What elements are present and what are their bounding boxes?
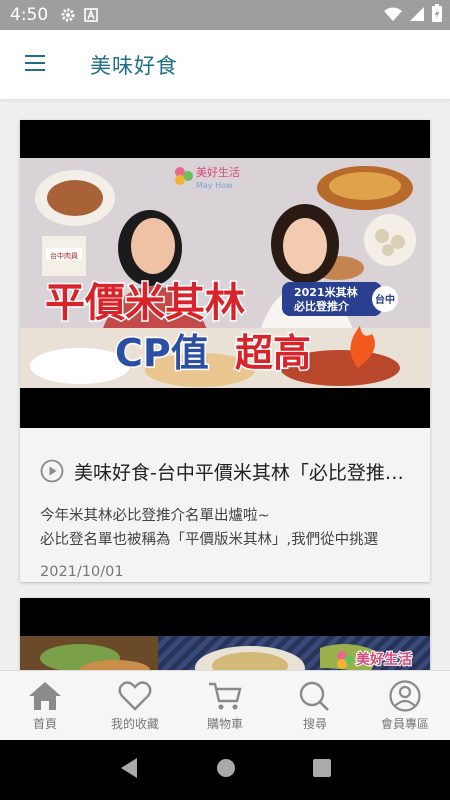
- nav-label: 搜尋: [302, 717, 327, 731]
- nav-item-search[interactable]: 搜尋: [270, 671, 360, 740]
- nav-item-home[interactable]: 首頁: [0, 671, 90, 740]
- thumbnail-headline-1: 平價米其林: [45, 280, 245, 326]
- nav-item-cart[interactable]: 購物車: [180, 671, 270, 740]
- app-bar: 美味好食: [0, 30, 450, 100]
- nav-label: 我的收藏: [110, 717, 159, 731]
- thumbnail-badge-city: 台中: [375, 293, 395, 306]
- thumbnail-badge-2: 必比登推介: [293, 299, 350, 313]
- brand-logo-subtext: May How: [196, 181, 233, 190]
- svg-text:台中肉員: 台中肉員: [50, 251, 78, 260]
- video-thumbnail[interactable]: 台中肉員 美好生活 May How 平價米其林 CP值 超高 2021米其林 必…: [20, 120, 430, 428]
- thumbnail-image: 美好生活: [20, 598, 430, 670]
- status-bar: 4:50: [0, 0, 450, 30]
- system-navigation-bar: [0, 740, 450, 800]
- home-circle-icon[interactable]: [216, 758, 236, 782]
- bottom-navigation: 首頁 我的收藏 購物車 搜尋 會員專區: [0, 670, 450, 740]
- thumbnail-headline-2a: CP值: [115, 331, 209, 375]
- card-title: 美味好食-台中平價米其林「必比登推介」: [74, 461, 410, 484]
- status-icons: [384, 0, 442, 30]
- brand-logo-text: 美好生活: [356, 651, 412, 668]
- nav-label: 首頁: [32, 717, 57, 731]
- card-date: 2021/10/01: [40, 564, 124, 580]
- cell-signal-icon: [410, 6, 424, 25]
- thumbnail-badge-1: 2021米其林: [294, 285, 358, 299]
- thumbnail-headline-2b: 超高: [235, 331, 311, 375]
- app-notification-icon: [84, 8, 98, 22]
- wifi-icon: [384, 6, 402, 25]
- user-icon: [388, 679, 422, 713]
- home-icon: [28, 679, 62, 713]
- hamburger-menu-icon: [25, 54, 45, 75]
- nav-item-favorites[interactable]: 我的收藏: [90, 671, 180, 740]
- card-description-line: 今年米其林必比登推介名單出爐啦~: [40, 508, 270, 524]
- article-list[interactable]: 台中肉員 美好生活 May How 平價米其林 CP值 超高 2021米其林 必…: [0, 100, 450, 670]
- brand-logo-text: 美好生活: [196, 165, 240, 179]
- card-title-row[interactable]: 美味好食-台中平價米其林「必比登推介」: [20, 428, 430, 494]
- thumbnail-image: 台中肉員 美好生活 May How 平價米其林 CP值 超高 2021米其林 必…: [20, 158, 430, 388]
- status-time: 4:50: [10, 5, 49, 25]
- play-circle-icon: [40, 459, 64, 483]
- search-icon: [298, 679, 332, 713]
- recents-square-icon[interactable]: [313, 759, 332, 781]
- page-title: 美味好食: [90, 53, 178, 78]
- article-card[interactable]: 台中肉員 美好生活 May How 平價米其林 CP值 超高 2021米其林 必…: [20, 120, 430, 582]
- settings-gear-icon: [60, 7, 76, 23]
- nav-label: 購物車: [206, 717, 243, 731]
- menu-button[interactable]: [0, 30, 70, 100]
- card-description: 今年米其林必比登推介名單出爐啦~ 必比登名單也被稱為「平價版米其林」,我們從中挑…: [20, 494, 430, 552]
- cart-icon: [208, 679, 242, 713]
- battery-charging-icon: [432, 4, 442, 26]
- nav-label: 會員專區: [380, 717, 429, 731]
- back-triangle-icon[interactable]: [119, 757, 139, 783]
- nav-item-member[interactable]: 會員專區: [360, 671, 450, 740]
- article-card[interactable]: 美好生活: [20, 598, 430, 670]
- video-thumbnail[interactable]: 美好生活: [20, 598, 430, 670]
- card-description-line: 必比登名單也被稱為「平價版米其林」,我們從中挑選: [40, 532, 379, 548]
- heart-icon: [118, 679, 152, 713]
